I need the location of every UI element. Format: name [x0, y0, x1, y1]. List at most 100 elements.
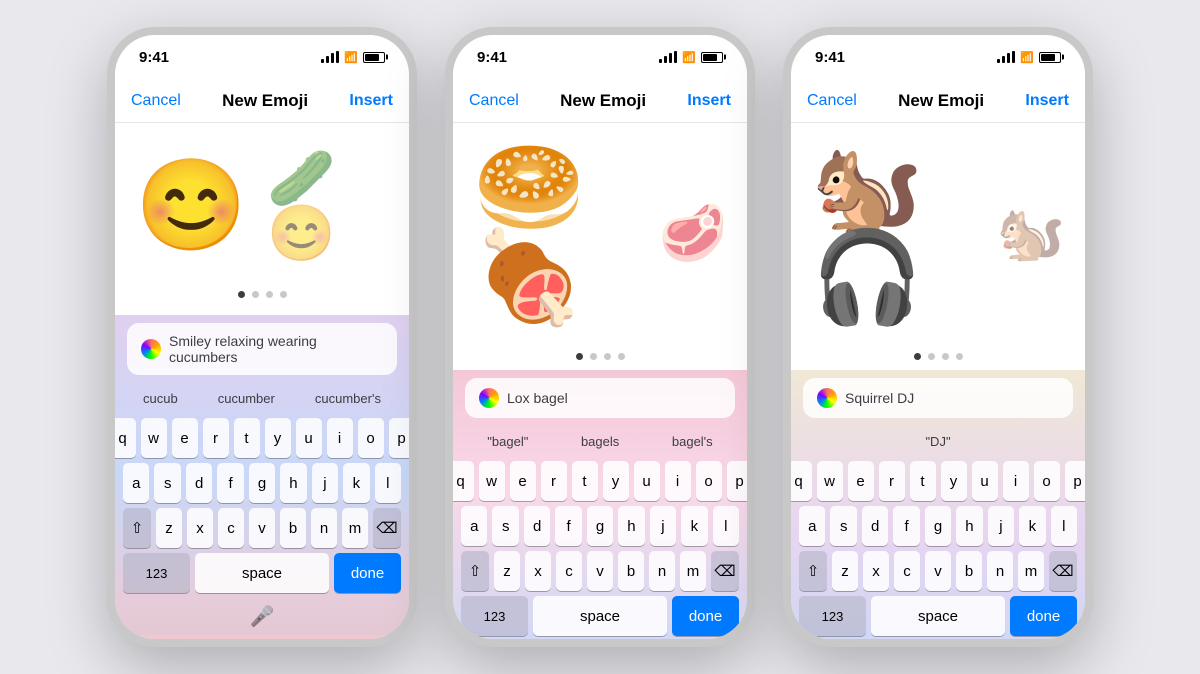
key-a-3[interactable]: a: [799, 506, 825, 546]
cancel-button-1[interactable]: Cancel: [131, 92, 181, 110]
key-h-2[interactable]: h: [618, 506, 644, 546]
key-w-3[interactable]: w: [817, 461, 843, 501]
cancel-button-2[interactable]: Cancel: [469, 92, 519, 110]
key-m-3[interactable]: m: [1018, 551, 1044, 591]
key-m-2[interactable]: m: [680, 551, 706, 591]
key-n[interactable]: n: [311, 508, 337, 548]
key-b[interactable]: b: [280, 508, 306, 548]
done-key-1[interactable]: done: [334, 553, 401, 593]
key-n-3[interactable]: n: [987, 551, 1013, 591]
key-i-2[interactable]: i: [665, 461, 691, 501]
key-i[interactable]: i: [327, 418, 353, 458]
space-key-1[interactable]: space: [195, 553, 329, 593]
key-r-2[interactable]: r: [541, 461, 567, 501]
key-k-2[interactable]: k: [681, 506, 707, 546]
key-r[interactable]: r: [203, 418, 229, 458]
key-s[interactable]: s: [154, 463, 180, 503]
key-e[interactable]: e: [172, 418, 198, 458]
key-j[interactable]: j: [312, 463, 338, 503]
key-h[interactable]: h: [280, 463, 306, 503]
key-q-3[interactable]: q: [786, 461, 812, 501]
key-f-2[interactable]: f: [555, 506, 581, 546]
shift-key-3[interactable]: ⇧: [799, 551, 827, 591]
key-w-2[interactable]: w: [479, 461, 505, 501]
cancel-button-3[interactable]: Cancel: [807, 92, 857, 110]
key-e-3[interactable]: e: [848, 461, 874, 501]
key-o[interactable]: o: [358, 418, 384, 458]
key-o-2[interactable]: o: [696, 461, 722, 501]
insert-button-1[interactable]: Insert: [349, 92, 393, 110]
key-l-3[interactable]: l: [1051, 506, 1077, 546]
key-t-2[interactable]: t: [572, 461, 598, 501]
delete-key-1[interactable]: ⌫: [373, 508, 401, 548]
key-p-2[interactable]: p: [727, 461, 753, 501]
shift-key-1[interactable]: ⇧: [123, 508, 151, 548]
key-v[interactable]: v: [249, 508, 275, 548]
key-d[interactable]: d: [186, 463, 212, 503]
key-z-3[interactable]: z: [832, 551, 858, 591]
key-r-3[interactable]: r: [879, 461, 905, 501]
insert-button-2[interactable]: Insert: [687, 92, 731, 110]
insert-button-3[interactable]: Insert: [1025, 92, 1069, 110]
prompt-input-3[interactable]: Squirrel DJ: [803, 378, 1073, 418]
key-w[interactable]: w: [141, 418, 167, 458]
key-c-2[interactable]: c: [556, 551, 582, 591]
key-q[interactable]: q: [110, 418, 136, 458]
numbers-key-3[interactable]: 123: [799, 596, 866, 636]
key-u[interactable]: u: [296, 418, 322, 458]
done-key-2[interactable]: done: [672, 596, 739, 636]
key-v-2[interactable]: v: [587, 551, 613, 591]
key-t-3[interactable]: t: [910, 461, 936, 501]
shift-key-2[interactable]: ⇧: [461, 551, 489, 591]
key-y[interactable]: y: [265, 418, 291, 458]
key-a[interactable]: a: [123, 463, 149, 503]
key-z-2[interactable]: z: [494, 551, 520, 591]
key-n-2[interactable]: n: [649, 551, 675, 591]
key-k-3[interactable]: k: [1019, 506, 1045, 546]
done-key-3[interactable]: done: [1010, 596, 1077, 636]
suggestion-2-2[interactable]: bagels: [573, 430, 627, 453]
numbers-key-2[interactable]: 123: [461, 596, 528, 636]
key-a-2[interactable]: a: [461, 506, 487, 546]
key-p-3[interactable]: p: [1065, 461, 1091, 501]
key-j-3[interactable]: j: [988, 506, 1014, 546]
prompt-input-1[interactable]: Smiley relaxing wearing cucumbers: [127, 323, 397, 375]
delete-key-3[interactable]: ⌫: [1049, 551, 1077, 591]
key-y-3[interactable]: y: [941, 461, 967, 501]
delete-key-2[interactable]: ⌫: [711, 551, 739, 591]
key-e-2[interactable]: e: [510, 461, 536, 501]
key-x[interactable]: x: [187, 508, 213, 548]
key-y-2[interactable]: y: [603, 461, 629, 501]
key-z[interactable]: z: [156, 508, 182, 548]
mic-icon-1[interactable]: 🎤: [250, 604, 275, 629]
key-t[interactable]: t: [234, 418, 260, 458]
key-b-3[interactable]: b: [956, 551, 982, 591]
space-key-3[interactable]: space: [871, 596, 1005, 636]
suggestion-1-3[interactable]: cucumber's: [307, 387, 389, 410]
key-h-3[interactable]: h: [956, 506, 982, 546]
key-l[interactable]: l: [375, 463, 401, 503]
key-j-2[interactable]: j: [650, 506, 676, 546]
key-d-2[interactable]: d: [524, 506, 550, 546]
key-c-3[interactable]: c: [894, 551, 920, 591]
key-i-3[interactable]: i: [1003, 461, 1029, 501]
suggestion-1-2[interactable]: cucumber: [210, 387, 283, 410]
key-k[interactable]: k: [343, 463, 369, 503]
key-x-2[interactable]: x: [525, 551, 551, 591]
key-v-3[interactable]: v: [925, 551, 951, 591]
key-g-3[interactable]: g: [925, 506, 951, 546]
key-s-3[interactable]: s: [830, 506, 856, 546]
key-f[interactable]: f: [217, 463, 243, 503]
suggestion-2-1[interactable]: "bagel": [479, 430, 536, 453]
key-f-3[interactable]: f: [893, 506, 919, 546]
key-u-3[interactable]: u: [972, 461, 998, 501]
key-p[interactable]: p: [389, 418, 415, 458]
suggestion-1-1[interactable]: cucub: [135, 387, 186, 410]
key-l-2[interactable]: l: [713, 506, 739, 546]
key-c[interactable]: c: [218, 508, 244, 548]
key-q-2[interactable]: q: [448, 461, 474, 501]
key-g-2[interactable]: g: [587, 506, 613, 546]
key-m[interactable]: m: [342, 508, 368, 548]
key-g[interactable]: g: [249, 463, 275, 503]
key-s-2[interactable]: s: [492, 506, 518, 546]
